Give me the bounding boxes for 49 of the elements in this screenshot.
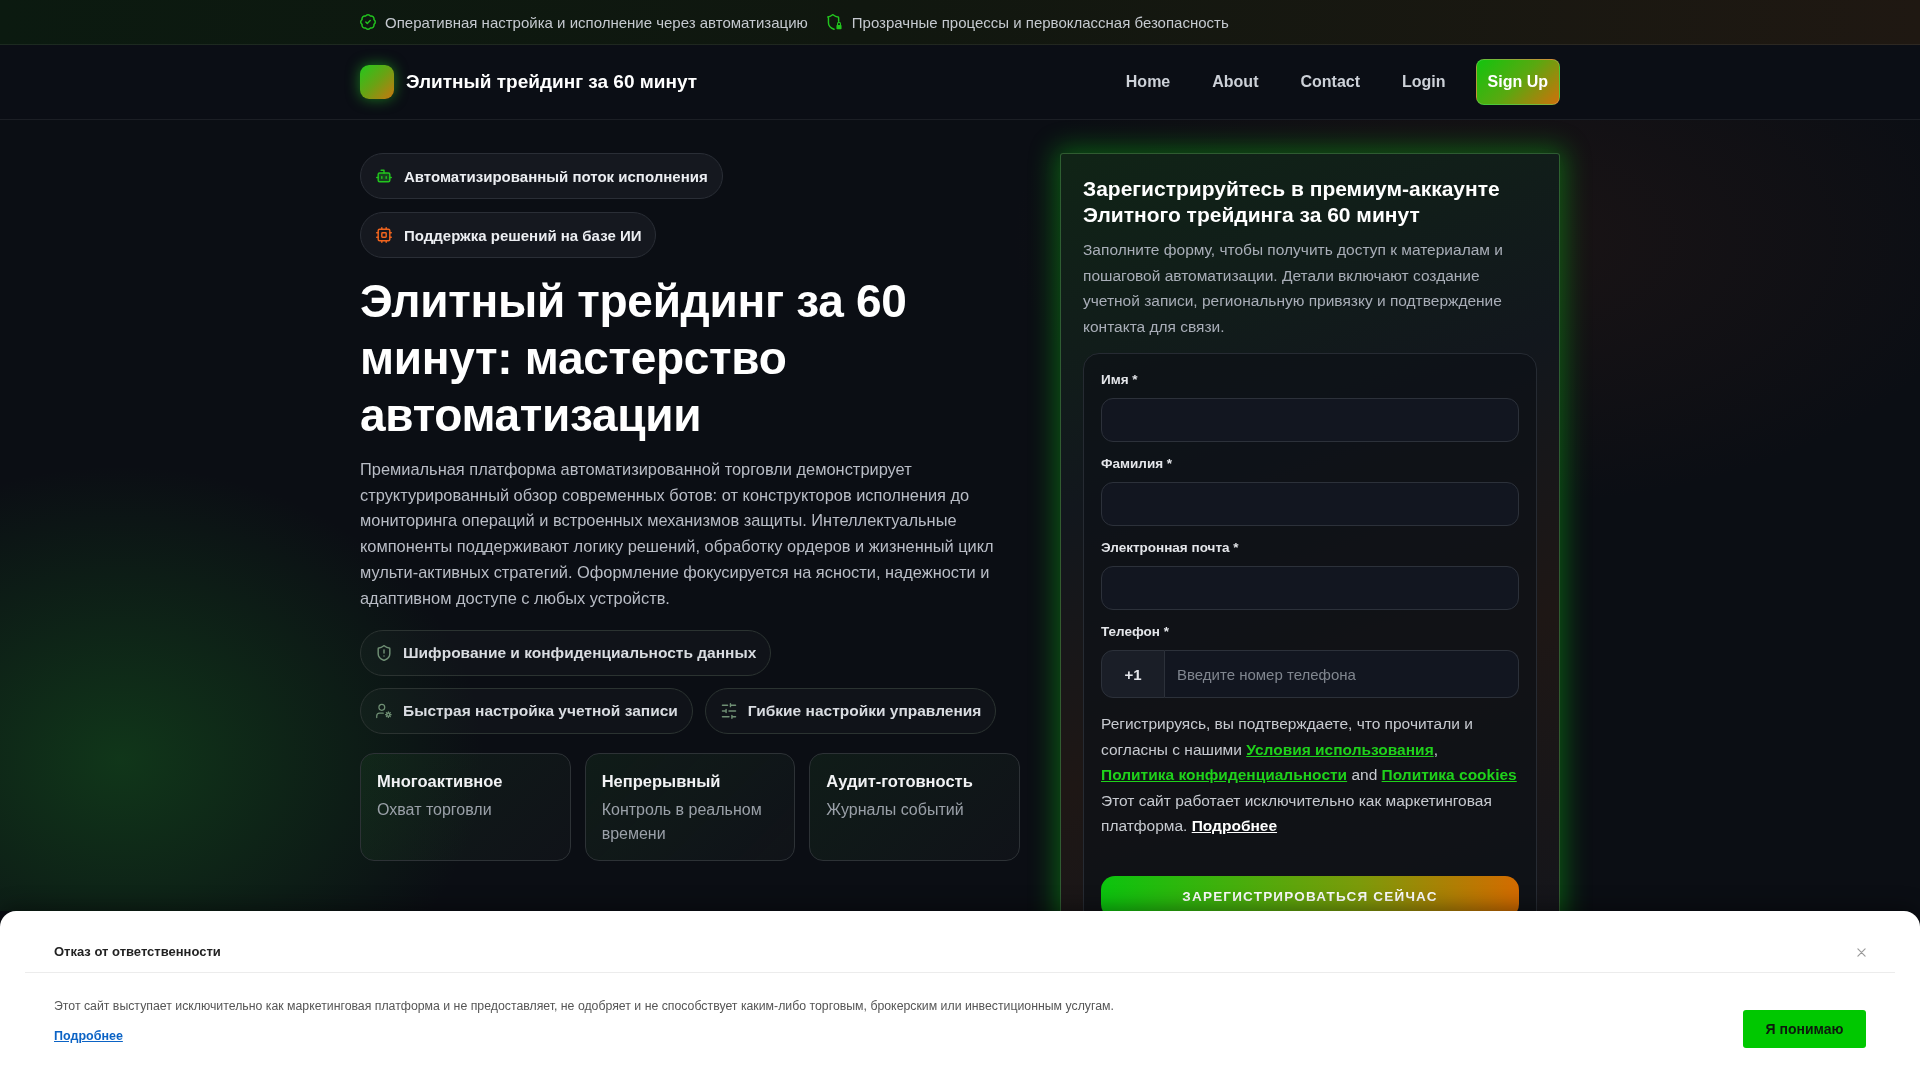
logo-icon[interactable]: [360, 65, 394, 99]
disclaimer-title: Отказ от ответственности: [54, 943, 221, 961]
consent-text: Регистрируясь, вы подтверждаете, что прочитали и согласны с нашими Условия использования, Политика конфиденциальности and Политика cookies Этот сайт работает исключительно как маркетинговая платформа. Подробнее: [1101, 714, 1518, 837]
badge-label: Автоматизированный поток исполнения: [404, 167, 708, 185]
nav-link[interactable]: Login: [1402, 73, 1446, 91]
stat-subtitle: Журналы событий: [826, 800, 965, 821]
shield-icon: [376, 645, 392, 662]
phone-input[interactable]: Введите номер телефона: [1165, 650, 1519, 698]
accept-button[interactable]: Я понимаю: [1743, 1010, 1866, 1048]
field-label: Телефон *: [1101, 623, 1171, 641]
top-bar-text: Оперативная настройка и исполнение через автоматизацию: [385, 13, 808, 31]
feature-label: Шифрование и конфиденциальность данных: [403, 644, 757, 663]
chip-icon: [376, 227, 392, 243]
disclaimer-text: Этот сайт выступает исключительно как маркетинговая платформа и не предоставляет, не одобряет и не способствует каким-либо торговым, брокерским или инвестиционным услугам.: [54, 998, 1114, 1015]
field-label: Фамилия *: [1101, 455, 1174, 473]
policy-link[interactable]: Политика cookies: [1381, 766, 1517, 784]
input-field[interactable]: [1101, 482, 1519, 526]
close-icon[interactable]: [1857, 947, 1866, 957]
policy-link[interactable]: Условия использования: [1246, 740, 1434, 758]
nav-link[interactable]: Contact: [1300, 73, 1360, 91]
stat-subtitle: Контроль в реальном времени: [601, 800, 763, 845]
field-label: Имя *: [1101, 371, 1139, 389]
form-title: Зарегистрируйтесь в премиум-аккаунте Элитного трейдинга за 60 минут: [1083, 176, 1501, 228]
stat-title: Аудит-готовность: [826, 771, 974, 793]
nav-link[interactable]: Home: [1125, 73, 1171, 91]
sliders-icon: [720, 703, 737, 720]
top-bar-text: Прозрачные процессы и первоклассная безопасность: [851, 13, 1229, 31]
nav-link[interactable]: About: [1212, 73, 1259, 91]
stat-title: Непрерывный: [601, 771, 722, 793]
policy-link[interactable]: Политика конфиденциальности: [1101, 766, 1348, 784]
stat-title: Многоактивное: [377, 771, 504, 793]
input-field[interactable]: [1101, 566, 1519, 610]
input-field[interactable]: [1101, 398, 1519, 442]
feature-label: Быстрая настройка учетной записи: [403, 702, 678, 721]
feature-label: Гибкие настройки управления: [747, 702, 982, 721]
more-link[interactable]: Подробнее: [1191, 817, 1278, 835]
robot-icon: [376, 168, 392, 184]
check-badge-icon: [360, 14, 376, 30]
badge-label: Поддержка решений на базе ИИ: [404, 226, 642, 244]
shield-lock-icon: [826, 14, 843, 30]
field-label: Электронная почта *: [1101, 539, 1240, 557]
more-link[interactable]: Подробнее: [54, 1027, 123, 1045]
hero-description: Премиальная платформа автоматизированной торговли демонстрирует структурированный обзор современных ботов: от конструкторов исполнения до мониторинга операций и встроенных механизмов защиты. Интеллектуальные компоненты поддерживают логику решений, обработку ордеров и жизненный цикл мульти-активных стратегий. Оформление фокусируется на ясности, надежности и адаптивном доступе с любых устройств.: [360, 459, 995, 609]
form-description: Заполните форму, чтобы получить доступ к материалам и пошаговой автоматизации. Детали включают создание учетной записи, региональную привязку и подтверждение контакта для связи.: [1083, 240, 1504, 337]
hero-title: Элитный трейдинг за 60 минут: мастерство автоматизации: [360, 274, 908, 443]
brand-name[interactable]: Элитный трейдинг за 60 минут: [406, 71, 698, 93]
country-code-field[interactable]: +1: [1101, 650, 1165, 698]
user-gear-icon: [376, 703, 392, 720]
stat-subtitle: Охват торговли: [377, 800, 493, 821]
